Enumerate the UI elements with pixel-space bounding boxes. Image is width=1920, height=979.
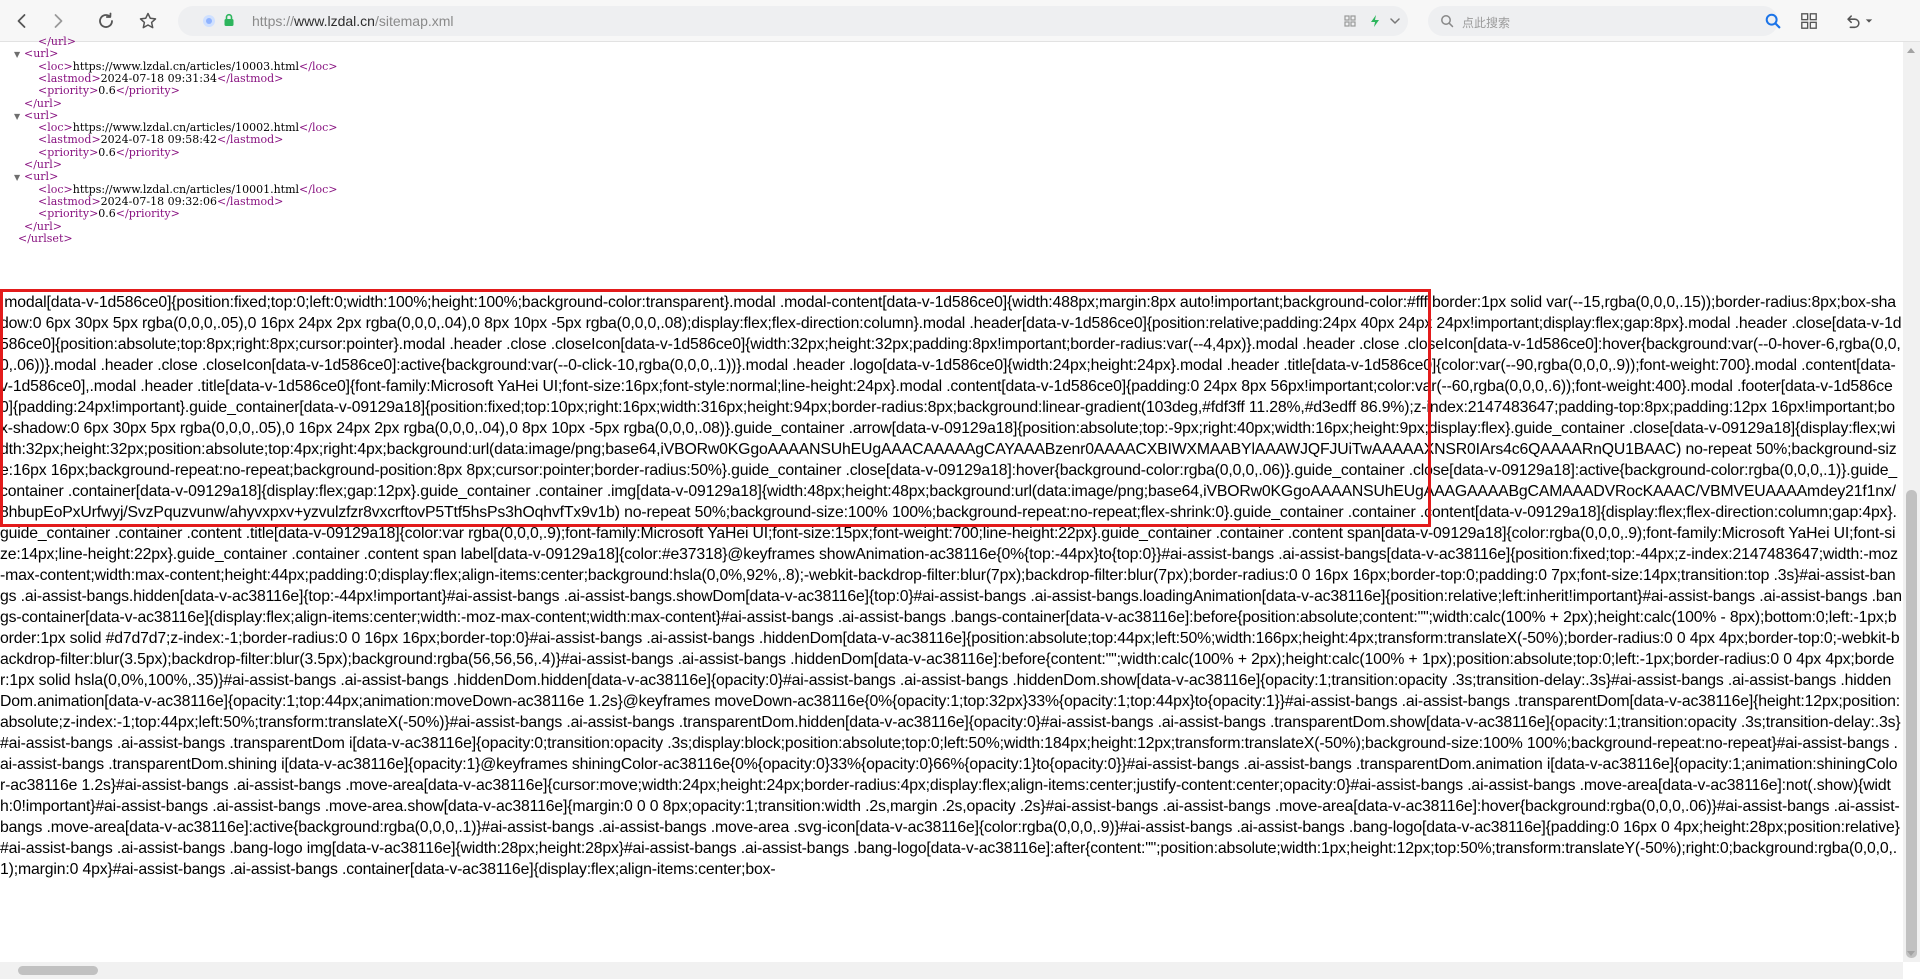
undo-icon bbox=[1847, 15, 1860, 29]
xml-value: 0.6 bbox=[98, 145, 116, 159]
lock-icon[interactable] bbox=[223, 13, 235, 27]
forward-button[interactable] bbox=[46, 9, 70, 33]
search-go-button[interactable] bbox=[1762, 10, 1784, 32]
apps-button[interactable] bbox=[1798, 10, 1820, 32]
collapse-triangle-icon[interactable]: ▼ bbox=[14, 109, 24, 124]
xml-close-tag: </loc> bbox=[299, 59, 338, 73]
browser-toolbar: https://www.lzdal.cn/sitemap.xml 点此搜索 bbox=[0, 0, 1920, 42]
css-text-content: .modal[data-v-1d586ce0]{position:fixed;t… bbox=[0, 294, 1902, 878]
lightning-icon[interactable] bbox=[1368, 14, 1382, 28]
scroll-down-arrow-icon[interactable] bbox=[1907, 951, 1915, 956]
search-placeholder: 点此搜索 bbox=[1462, 16, 1511, 30]
apps-icon bbox=[1801, 13, 1817, 29]
search-icon bbox=[1765, 13, 1781, 29]
collapse-triangle-icon[interactable]: ▼ bbox=[14, 170, 24, 185]
undo-button[interactable] bbox=[1842, 10, 1864, 32]
xml-close-tag: </loc> bbox=[299, 121, 338, 135]
search-box[interactable]: 点此搜索 bbox=[1428, 6, 1778, 36]
xml-close-tag: </lastmod> bbox=[217, 133, 284, 147]
address-bar[interactable]: https://www.lzdal.cn/sitemap.xml bbox=[178, 6, 1408, 36]
shield-icon[interactable] bbox=[202, 14, 216, 28]
vertical-scroll-thumb[interactable] bbox=[1906, 490, 1917, 958]
xml-close-tag: </lastmod> bbox=[217, 194, 284, 208]
reload-icon bbox=[99, 12, 113, 28]
vertical-scrollbar[interactable] bbox=[1903, 42, 1920, 962]
xml-close-tag: </loc> bbox=[299, 182, 338, 196]
back-icon bbox=[17, 14, 26, 28]
url-path: /sitemap.xml bbox=[374, 13, 454, 29]
xml-close-tag: </priority> bbox=[115, 207, 180, 221]
reload-button[interactable] bbox=[94, 9, 118, 33]
bookmark-star-icon bbox=[139, 12, 157, 29]
url-text[interactable]: https://www.lzdal.cn/sitemap.xml bbox=[252, 13, 454, 29]
collapse-triangle-icon[interactable]: ▼ bbox=[14, 47, 24, 62]
forward-icon bbox=[54, 14, 63, 28]
bookmark-button[interactable] bbox=[136, 9, 160, 33]
url-domain: www.lzdal.cn bbox=[294, 13, 375, 29]
chevron-down-icon[interactable] bbox=[1388, 14, 1402, 28]
horizontal-scroll-thumb[interactable] bbox=[18, 966, 98, 975]
xml-line: </urlset> bbox=[18, 231, 73, 246]
url-prefix: https:// bbox=[252, 13, 295, 29]
xml-value: 0.6 bbox=[98, 84, 116, 98]
xml-close-tag: </priority> bbox=[115, 145, 180, 159]
xml-tag: </urlset> bbox=[18, 231, 73, 245]
scroll-up-arrow-icon[interactable] bbox=[1907, 48, 1915, 53]
chevron-down-icon bbox=[1865, 19, 1873, 23]
xml-close-tag: </lastmod> bbox=[217, 71, 284, 85]
grid-icon[interactable] bbox=[1343, 14, 1357, 28]
horizontal-scrollbar[interactable] bbox=[0, 962, 1903, 979]
back-button[interactable] bbox=[10, 9, 34, 33]
search-icon bbox=[1441, 15, 1454, 28]
xml-value: 0.6 bbox=[98, 207, 116, 221]
undo-dropdown[interactable] bbox=[1862, 10, 1876, 32]
xml-close-tag: </priority> bbox=[115, 84, 180, 98]
